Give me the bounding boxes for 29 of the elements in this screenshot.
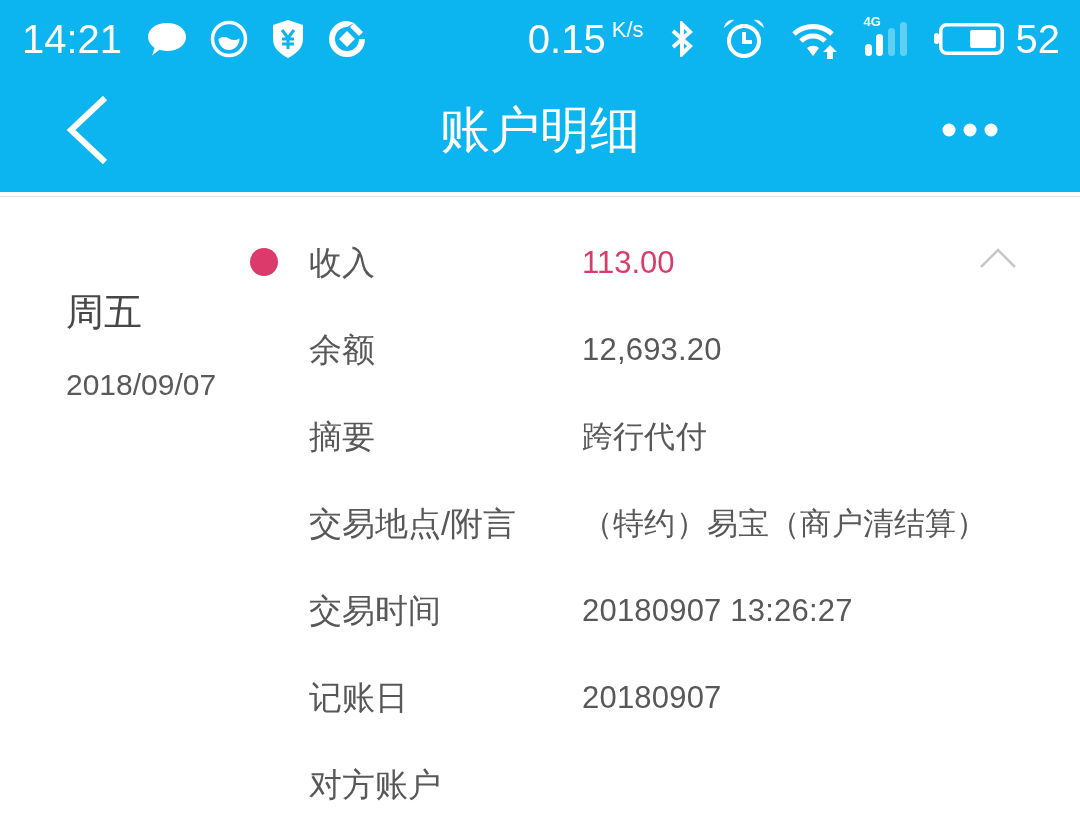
field-label: 收入 (309, 242, 375, 283)
field-label: 余额 (309, 329, 375, 370)
speed-unit: K/s (611, 18, 644, 42)
page-title: 账户明细 (440, 101, 640, 160)
yen-shield-icon (271, 19, 306, 59)
field-label: 对方账户 (309, 764, 441, 805)
field-label: 交易时间 (309, 590, 441, 631)
alarm-clock-icon (721, 18, 766, 60)
chat-bubble-icon (147, 21, 188, 57)
more-icon[interactable] (942, 123, 998, 137)
field-value: 跨行代付 (582, 417, 707, 456)
weekday-label: 周五 (66, 290, 142, 335)
battery-icon (933, 22, 1004, 56)
network-type-label: 4G (863, 15, 881, 29)
wave-circle-icon (210, 20, 249, 58)
network-speed: 0.15 (527, 16, 606, 62)
field-value: 20180907 (582, 678, 722, 717)
field-value: （特约）易宝（商户清结算） (582, 504, 988, 543)
chevron-up-icon[interactable] (980, 247, 1016, 268)
field-value: 12,693.20 (582, 330, 722, 369)
field-label: 记账日 (309, 677, 408, 718)
field-label: 摘要 (309, 416, 375, 457)
amount-value: 113.00 (582, 243, 675, 282)
field-label: 交易地点/附言 (309, 503, 517, 544)
battery-percent: 52 (1015, 16, 1060, 62)
status-time: 14:21 (22, 16, 123, 62)
back-icon[interactable] (65, 95, 109, 165)
field-value: 20180907 13:26:27 (582, 591, 853, 630)
date-label: 2018/09/07 (66, 367, 217, 403)
